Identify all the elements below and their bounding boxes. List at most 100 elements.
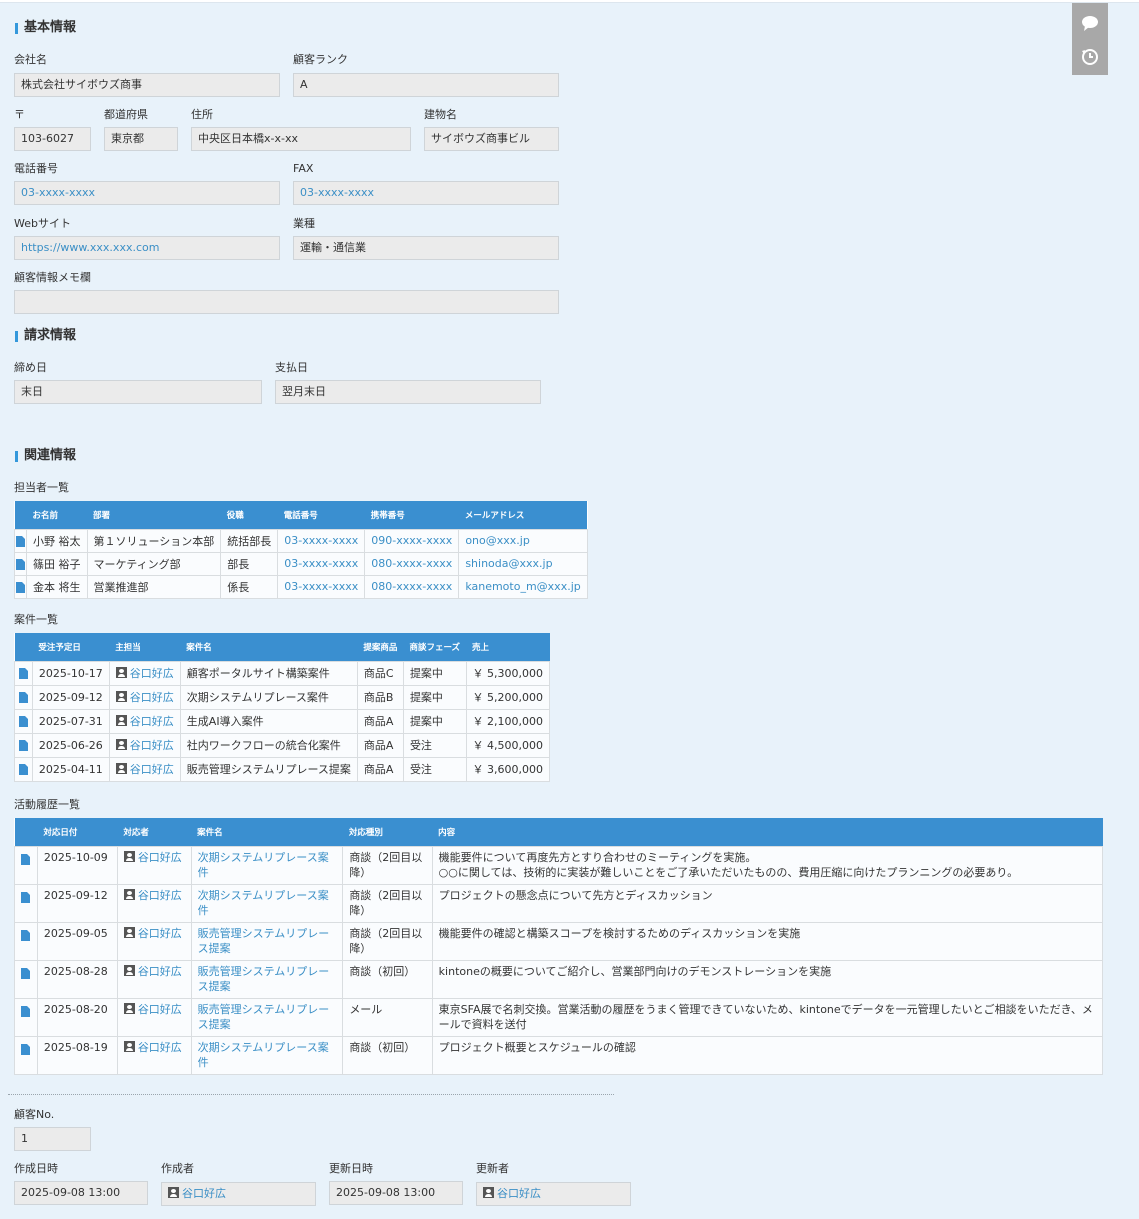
document-icon [16, 558, 25, 570]
zip-label: 〒 [14, 108, 25, 121]
deals-cell: ￥ 5,200,000 [465, 684, 551, 710]
user-link[interactable]: 谷口好広 [130, 739, 174, 752]
deals-cell: 顧客ポータルサイト構築案件 [179, 660, 358, 686]
activities-cell[interactable]: 次期システムリプレース案件 [190, 845, 344, 885]
document-icon [18, 740, 28, 751]
record-detail-page: 基本情報 会社名 株式会社サイボウズ商事 顧客ランク A 〒 103-6027 … [0, 2, 1139, 1219]
activities-cell[interactable]: 次期システムリプレース案件 [190, 883, 344, 923]
web-link[interactable]: https://www.xxx.xxx.com [14, 236, 280, 260]
document-icon [21, 892, 31, 903]
row-detail-link[interactable] [14, 997, 38, 1037]
deals-header-cell: 提案商品 [357, 633, 404, 661]
contacts-cell[interactable]: 080-xxxx-xxxx [364, 574, 460, 599]
creator-link[interactable]: 谷口好広 [182, 1187, 226, 1200]
row-detail-link[interactable] [14, 574, 27, 599]
updater-link[interactable]: 谷口好広 [497, 1187, 541, 1200]
closing-label: 締め日 [14, 361, 47, 374]
user-link[interactable]: 谷口好広 [138, 851, 182, 864]
deals-cell: 2025-04-11 [31, 756, 110, 782]
deals-row: 2025-04-11 谷口好広 販売管理システムリプレース提案 商品A 受注 ￥ 3,60… [14, 756, 551, 782]
deals-row: 2025-06-26 谷口好広 社内ワークフローの統合化案件 商品A 受注 ￥ 4,500… [14, 732, 551, 758]
deals-cell: 谷口好広 [108, 732, 181, 758]
industry-field: 運輸・通信業 [293, 236, 559, 260]
history-icon[interactable] [1080, 47, 1100, 67]
user-link[interactable]: 谷口好広 [138, 927, 182, 940]
row-detail-link[interactable] [14, 959, 38, 999]
user-link[interactable]: 谷口好広 [130, 667, 174, 680]
web-label: Webサイト [14, 217, 71, 230]
contacts-row: 金本 将生 営業推進部 係長 03-xxxx-xxxx 080-xxxx-xxxx kan… [14, 574, 588, 599]
contacts-cell[interactable]: ono@xxx.jp [458, 528, 588, 553]
contacts-cell[interactable]: 03-xxxx-xxxx [277, 574, 366, 599]
contacts-cell: 係長 [220, 574, 279, 599]
contacts-row: 篠田 裕子 マーケティング部 部長 03-xxxx-xxxx 080-xxxx-xxxx… [14, 551, 588, 576]
activities-cell[interactable]: 次期システムリプレース案件 [190, 1035, 344, 1075]
deals-cell: 2025-09-12 [31, 684, 110, 710]
row-detail-link[interactable] [14, 921, 38, 961]
deals-cell: 2025-10-17 [31, 660, 110, 686]
row-detail-link[interactable] [14, 708, 33, 734]
deals-header-cell: 受注予定日 [32, 633, 110, 661]
payment-label: 支払日 [275, 361, 308, 374]
user-icon [115, 667, 127, 678]
activities-cell: 商談（2回目以降） [342, 921, 433, 961]
activities-cell: 東京SFA展で名刺交換。営業活動の履歴をうまく管理できていないため、kinton… [431, 997, 1104, 1037]
comment-icon[interactable] [1080, 13, 1100, 33]
row-detail-link[interactable] [14, 1035, 38, 1075]
user-icon [483, 1187, 494, 1198]
document-icon [18, 668, 28, 679]
document-icon [18, 716, 28, 727]
updated-at-label: 更新日時 [329, 1162, 373, 1175]
row-detail-link[interactable] [14, 528, 27, 553]
row-detail-link[interactable] [14, 756, 33, 782]
row-detail-link[interactable] [14, 551, 27, 576]
contacts-table: お名前 部署 役職 電話番号 携帯番号 メールアドレス 小野 裕太 第１ソリューション本部統… [14, 501, 588, 599]
user-link[interactable]: 谷口好広 [138, 965, 182, 978]
contacts-cell[interactable]: 03-xxxx-xxxx [277, 528, 366, 553]
deals-cell: 商品A [356, 708, 404, 734]
row-detail-link[interactable] [14, 732, 33, 758]
user-link[interactable]: 谷口好広 [130, 763, 174, 776]
contacts-cell[interactable]: 03-xxxx-xxxx [277, 551, 366, 576]
activities-cell: 商談（2回目以降） [342, 883, 433, 923]
contacts-header-cell: 携帯番号 [364, 501, 459, 529]
activities-table: 対応日付 対応者 案件名 対応種別 内容 2025-10-09 谷口好広 次期システムリプレ… [14, 818, 1104, 1075]
deals-cell: 商品B [356, 684, 404, 710]
rank-label: 顧客ランク [293, 53, 348, 66]
row-detail-link[interactable] [14, 684, 33, 710]
activities-header-cell: 案件名 [191, 818, 343, 846]
updater-field: 谷口好広 [476, 1182, 631, 1206]
company-field: 株式会社サイボウズ商事 [14, 73, 280, 97]
user-link[interactable]: 谷口好広 [138, 889, 182, 902]
activities-cell[interactable]: 販売管理システムリプレース提案 [190, 921, 344, 961]
deals-cell: 販売管理システムリプレース提案 [179, 756, 358, 782]
activities-cell: 2025-09-05 [36, 921, 118, 961]
user-icon [123, 850, 135, 862]
user-icon [115, 715, 127, 726]
fax-link[interactable]: 03-xxxx-xxxx [293, 181, 559, 205]
user-icon [123, 1040, 135, 1052]
activities-cell[interactable]: 販売管理システムリプレース提案 [190, 959, 344, 999]
row-detail-link[interactable] [14, 660, 33, 686]
tel-link[interactable]: 03-xxxx-xxxx [14, 181, 280, 205]
row-detail-link[interactable] [14, 845, 38, 885]
user-link[interactable]: 谷口好広 [130, 715, 174, 728]
contacts-cell[interactable]: 080-xxxx-xxxx [364, 551, 460, 576]
user-link[interactable]: 谷口好広 [138, 1003, 182, 1016]
activities-cell[interactable]: 販売管理システムリプレース提案 [190, 997, 344, 1037]
contacts-cell[interactable]: kanemoto_m@xxx.jp [458, 574, 588, 599]
contacts-cell[interactable]: shinoda@xxx.jp [458, 551, 588, 576]
activities-row: 2025-08-28 谷口好広 販売管理システムリプレース提案 商談（初回） kinto… [14, 959, 1104, 999]
user-link[interactable]: 谷口好広 [130, 691, 174, 704]
document-icon [18, 692, 28, 703]
activities-cell: 2025-08-19 [36, 1035, 118, 1075]
activities-cell: kintoneの概要についてご紹介し、営業部門向けのデモンストレーションを実施 [431, 959, 1104, 999]
deals-header-cell: 案件名 [180, 633, 358, 661]
contacts-cell[interactable]: 090-xxxx-xxxx [364, 528, 460, 553]
activities-cell: プロジェクトの懸念点について先方とディスカッション [431, 883, 1104, 923]
user-link[interactable]: 谷口好広 [138, 1041, 182, 1054]
deals-row: 2025-07-31 谷口好広 生成AI導入案件 商品A 提案中 ￥ 2,100,000 [14, 708, 551, 734]
row-detail-link[interactable] [14, 883, 38, 923]
activities-cell: 谷口好広 [116, 883, 192, 923]
deals-cell: 2025-07-31 [31, 708, 110, 734]
